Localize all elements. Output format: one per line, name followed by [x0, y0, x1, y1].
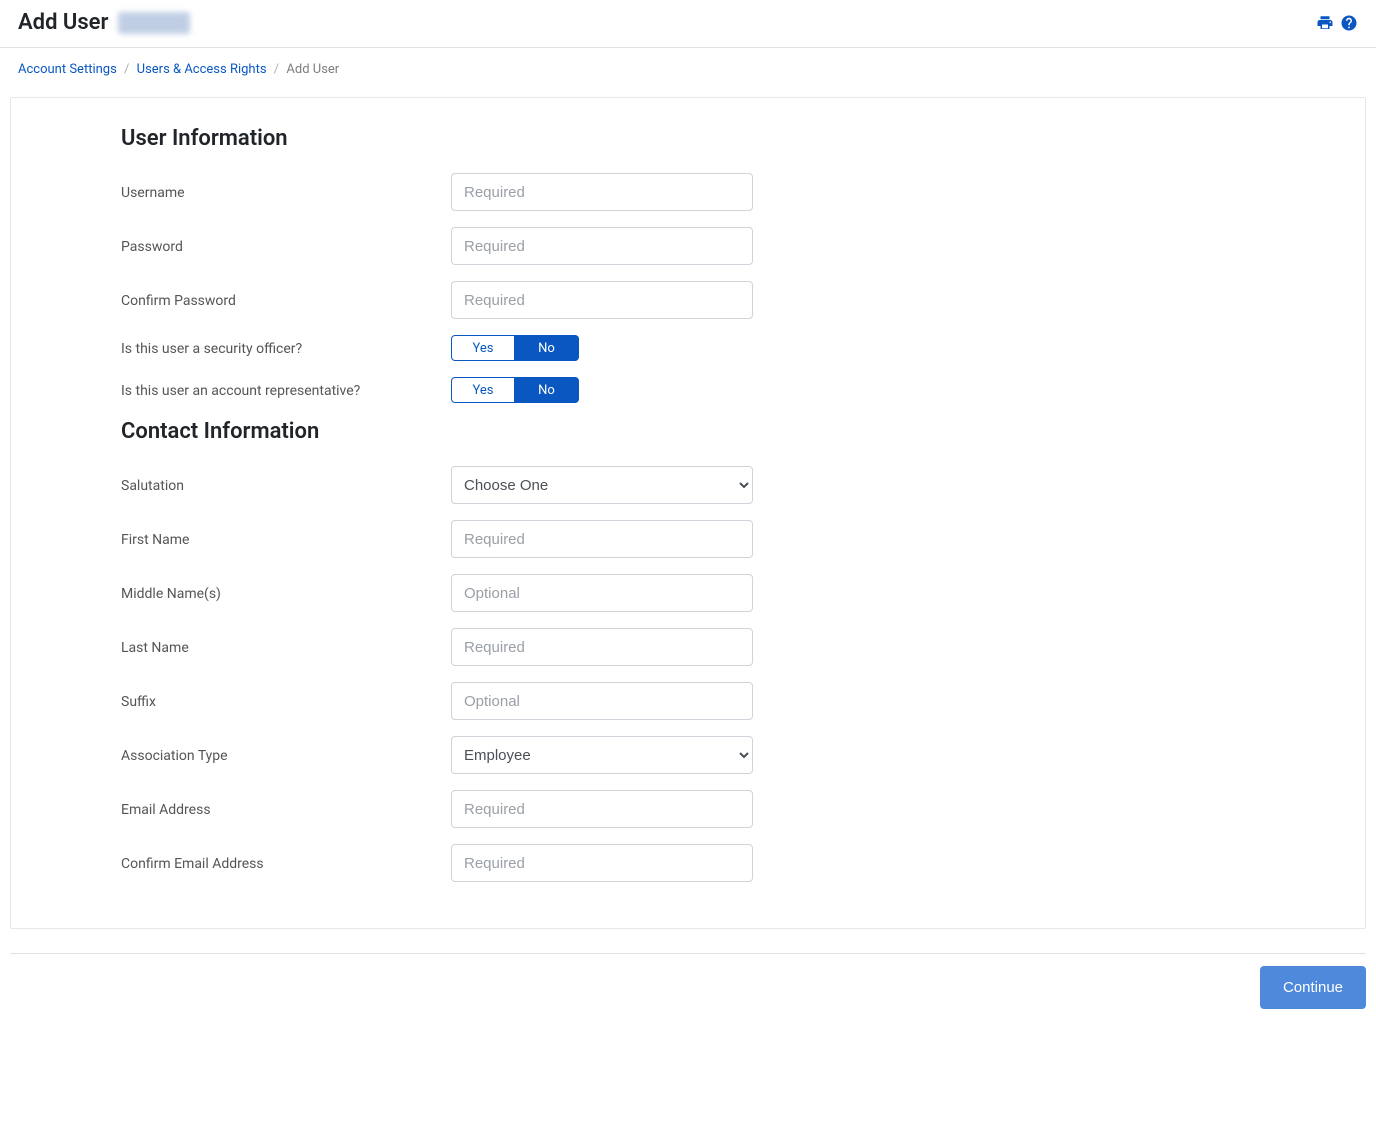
input-first-name[interactable]: [451, 520, 753, 558]
input-username[interactable]: [451, 173, 753, 211]
label-salutation: Salutation: [121, 476, 451, 494]
label-confirm-email: Confirm Email Address: [121, 854, 451, 872]
breadcrumb-current: Add User: [286, 62, 339, 77]
toggle-security-officer: Yes No: [451, 335, 579, 361]
label-confirm-password: Confirm Password: [121, 291, 451, 309]
row-salutation: Salutation Choose One: [121, 466, 1255, 504]
row-password: Password: [121, 227, 1255, 265]
select-association-type[interactable]: Employee: [451, 736, 753, 774]
input-confirm-password[interactable]: [451, 281, 753, 319]
label-middle-name: Middle Name(s): [121, 584, 451, 602]
toggle-security-officer-no[interactable]: No: [515, 335, 579, 361]
select-salutation[interactable]: Choose One: [451, 466, 753, 504]
row-confirm-password: Confirm Password: [121, 281, 1255, 319]
row-suffix: Suffix: [121, 682, 1255, 720]
page-header: Add User: [0, 0, 1376, 47]
toggle-account-rep-no[interactable]: No: [515, 377, 579, 403]
toggle-account-rep: Yes No: [451, 377, 579, 403]
label-first-name: First Name: [121, 530, 451, 548]
row-email: Email Address: [121, 790, 1255, 828]
row-account-rep: Is this user an account representative? …: [121, 377, 1255, 403]
input-last-name[interactable]: [451, 628, 753, 666]
row-first-name: First Name: [121, 520, 1255, 558]
label-email: Email Address: [121, 800, 451, 818]
footer-actions: Continue: [0, 954, 1376, 1029]
continue-button[interactable]: Continue: [1260, 966, 1366, 1009]
row-security-officer: Is this user a security officer? Yes No: [121, 335, 1255, 361]
breadcrumb: Account Settings / Users & Access Rights…: [0, 48, 1376, 91]
input-confirm-email[interactable]: [451, 844, 753, 882]
form-panel: User Information Username Password Confi…: [10, 97, 1366, 929]
row-middle-name: Middle Name(s): [121, 574, 1255, 612]
label-account-rep: Is this user an account representative?: [121, 381, 451, 399]
breadcrumb-separator: /: [274, 62, 279, 77]
label-association-type: Association Type: [121, 746, 451, 764]
page-title: Add User: [18, 10, 108, 35]
label-username: Username: [121, 183, 451, 201]
breadcrumb-account-settings[interactable]: Account Settings: [18, 62, 117, 77]
label-suffix: Suffix: [121, 692, 451, 710]
user-information-heading: User Information: [121, 126, 1255, 151]
row-last-name: Last Name: [121, 628, 1255, 666]
input-middle-name[interactable]: [451, 574, 753, 612]
input-suffix[interactable]: [451, 682, 753, 720]
row-username: Username: [121, 173, 1255, 211]
print-icon[interactable]: [1316, 14, 1334, 32]
toggle-account-rep-yes[interactable]: Yes: [451, 377, 515, 403]
row-association-type: Association Type Employee: [121, 736, 1255, 774]
breadcrumb-users-access[interactable]: Users & Access Rights: [137, 62, 267, 77]
help-icon[interactable]: [1340, 14, 1358, 32]
input-password[interactable]: [451, 227, 753, 265]
row-confirm-email: Confirm Email Address: [121, 844, 1255, 882]
toggle-security-officer-yes[interactable]: Yes: [451, 335, 515, 361]
breadcrumb-separator: /: [124, 62, 129, 77]
label-password: Password: [121, 237, 451, 255]
label-security-officer: Is this user a security officer?: [121, 339, 451, 357]
input-email[interactable]: [451, 790, 753, 828]
label-last-name: Last Name: [121, 638, 451, 656]
redacted-badge: [118, 12, 190, 34]
contact-information-heading: Contact Information: [121, 419, 1255, 444]
